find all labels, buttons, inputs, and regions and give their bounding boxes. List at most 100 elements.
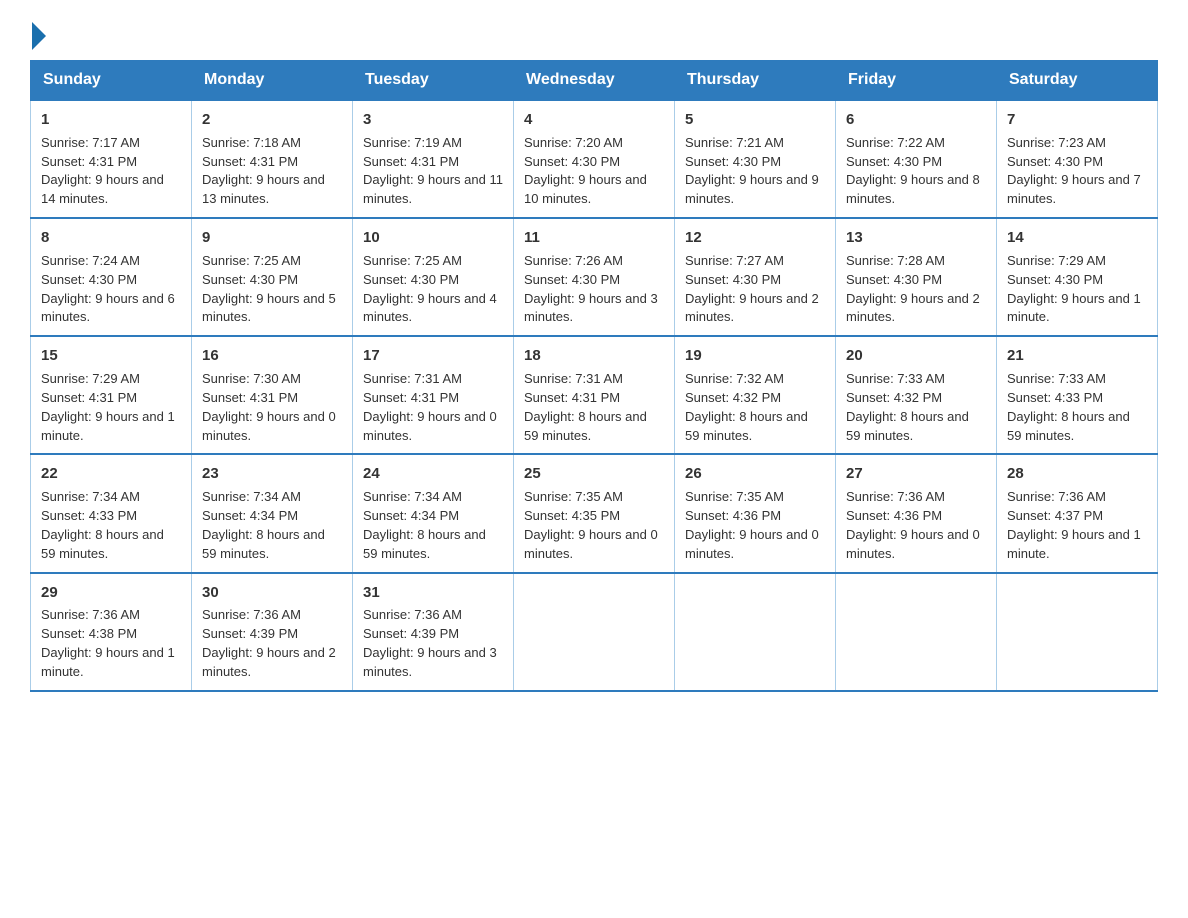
logo-triangle-icon bbox=[32, 22, 46, 50]
calendar-cell: 27 Sunrise: 7:36 AM Sunset: 4:36 PM Dayl… bbox=[836, 454, 997, 572]
calendar-cell: 7 Sunrise: 7:23 AM Sunset: 4:30 PM Dayli… bbox=[997, 100, 1158, 218]
day-info: Sunrise: 7:34 AM Sunset: 4:33 PM Dayligh… bbox=[41, 488, 181, 563]
calendar-cell: 9 Sunrise: 7:25 AM Sunset: 4:30 PM Dayli… bbox=[192, 218, 353, 336]
day-number: 29 bbox=[41, 582, 181, 604]
day-number: 7 bbox=[1007, 109, 1147, 131]
day-info: Sunrise: 7:27 AM Sunset: 4:30 PM Dayligh… bbox=[685, 252, 825, 327]
calendar-cell bbox=[514, 573, 675, 691]
day-number: 20 bbox=[846, 345, 986, 367]
calendar-cell: 2 Sunrise: 7:18 AM Sunset: 4:31 PM Dayli… bbox=[192, 100, 353, 218]
day-info: Sunrise: 7:34 AM Sunset: 4:34 PM Dayligh… bbox=[202, 488, 342, 563]
calendar-cell: 8 Sunrise: 7:24 AM Sunset: 4:30 PM Dayli… bbox=[31, 218, 192, 336]
calendar-cell: 3 Sunrise: 7:19 AM Sunset: 4:31 PM Dayli… bbox=[353, 100, 514, 218]
calendar-cell: 29 Sunrise: 7:36 AM Sunset: 4:38 PM Dayl… bbox=[31, 573, 192, 691]
day-info: Sunrise: 7:25 AM Sunset: 4:30 PM Dayligh… bbox=[202, 252, 342, 327]
calendar-cell: 26 Sunrise: 7:35 AM Sunset: 4:36 PM Dayl… bbox=[675, 454, 836, 572]
col-header-saturday: Saturday bbox=[997, 61, 1158, 101]
calendar-cell: 18 Sunrise: 7:31 AM Sunset: 4:31 PM Dayl… bbox=[514, 336, 675, 454]
calendar-cell: 28 Sunrise: 7:36 AM Sunset: 4:37 PM Dayl… bbox=[997, 454, 1158, 572]
col-header-thursday: Thursday bbox=[675, 61, 836, 101]
day-number: 14 bbox=[1007, 227, 1147, 249]
day-info: Sunrise: 7:35 AM Sunset: 4:35 PM Dayligh… bbox=[524, 488, 664, 563]
day-info: Sunrise: 7:33 AM Sunset: 4:33 PM Dayligh… bbox=[1007, 370, 1147, 445]
day-info: Sunrise: 7:29 AM Sunset: 4:31 PM Dayligh… bbox=[41, 370, 181, 445]
calendar-cell: 5 Sunrise: 7:21 AM Sunset: 4:30 PM Dayli… bbox=[675, 100, 836, 218]
day-info: Sunrise: 7:36 AM Sunset: 4:37 PM Dayligh… bbox=[1007, 488, 1147, 563]
day-info: Sunrise: 7:22 AM Sunset: 4:30 PM Dayligh… bbox=[846, 134, 986, 209]
day-info: Sunrise: 7:35 AM Sunset: 4:36 PM Dayligh… bbox=[685, 488, 825, 563]
day-number: 25 bbox=[524, 463, 664, 485]
calendar-cell: 31 Sunrise: 7:36 AM Sunset: 4:39 PM Dayl… bbox=[353, 573, 514, 691]
col-header-wednesday: Wednesday bbox=[514, 61, 675, 101]
day-info: Sunrise: 7:30 AM Sunset: 4:31 PM Dayligh… bbox=[202, 370, 342, 445]
calendar-cell: 10 Sunrise: 7:25 AM Sunset: 4:30 PM Dayl… bbox=[353, 218, 514, 336]
day-number: 26 bbox=[685, 463, 825, 485]
calendar-cell: 23 Sunrise: 7:34 AM Sunset: 4:34 PM Dayl… bbox=[192, 454, 353, 572]
day-number: 11 bbox=[524, 227, 664, 249]
day-number: 24 bbox=[363, 463, 503, 485]
calendar-cell bbox=[675, 573, 836, 691]
calendar-cell: 20 Sunrise: 7:33 AM Sunset: 4:32 PM Dayl… bbox=[836, 336, 997, 454]
day-info: Sunrise: 7:36 AM Sunset: 4:39 PM Dayligh… bbox=[202, 606, 342, 681]
calendar-cell: 13 Sunrise: 7:28 AM Sunset: 4:30 PM Dayl… bbox=[836, 218, 997, 336]
day-info: Sunrise: 7:36 AM Sunset: 4:39 PM Dayligh… bbox=[363, 606, 503, 681]
day-number: 22 bbox=[41, 463, 181, 485]
calendar-cell: 11 Sunrise: 7:26 AM Sunset: 4:30 PM Dayl… bbox=[514, 218, 675, 336]
day-info: Sunrise: 7:24 AM Sunset: 4:30 PM Dayligh… bbox=[41, 252, 181, 327]
day-info: Sunrise: 7:31 AM Sunset: 4:31 PM Dayligh… bbox=[363, 370, 503, 445]
day-info: Sunrise: 7:18 AM Sunset: 4:31 PM Dayligh… bbox=[202, 134, 342, 209]
calendar-cell: 25 Sunrise: 7:35 AM Sunset: 4:35 PM Dayl… bbox=[514, 454, 675, 572]
calendar-header-row: SundayMondayTuesdayWednesdayThursdayFrid… bbox=[31, 61, 1158, 101]
calendar-table: SundayMondayTuesdayWednesdayThursdayFrid… bbox=[30, 60, 1158, 692]
day-info: Sunrise: 7:28 AM Sunset: 4:30 PM Dayligh… bbox=[846, 252, 986, 327]
calendar-week-row: 29 Sunrise: 7:36 AM Sunset: 4:38 PM Dayl… bbox=[31, 573, 1158, 691]
calendar-cell: 17 Sunrise: 7:31 AM Sunset: 4:31 PM Dayl… bbox=[353, 336, 514, 454]
col-header-monday: Monday bbox=[192, 61, 353, 101]
col-header-sunday: Sunday bbox=[31, 61, 192, 101]
calendar-cell: 21 Sunrise: 7:33 AM Sunset: 4:33 PM Dayl… bbox=[997, 336, 1158, 454]
calendar-week-row: 15 Sunrise: 7:29 AM Sunset: 4:31 PM Dayl… bbox=[31, 336, 1158, 454]
day-number: 8 bbox=[41, 227, 181, 249]
day-info: Sunrise: 7:34 AM Sunset: 4:34 PM Dayligh… bbox=[363, 488, 503, 563]
calendar-cell: 6 Sunrise: 7:22 AM Sunset: 4:30 PM Dayli… bbox=[836, 100, 997, 218]
day-info: Sunrise: 7:36 AM Sunset: 4:38 PM Dayligh… bbox=[41, 606, 181, 681]
day-info: Sunrise: 7:21 AM Sunset: 4:30 PM Dayligh… bbox=[685, 134, 825, 209]
calendar-cell: 4 Sunrise: 7:20 AM Sunset: 4:30 PM Dayli… bbox=[514, 100, 675, 218]
day-info: Sunrise: 7:23 AM Sunset: 4:30 PM Dayligh… bbox=[1007, 134, 1147, 209]
day-number: 2 bbox=[202, 109, 342, 131]
day-info: Sunrise: 7:36 AM Sunset: 4:36 PM Dayligh… bbox=[846, 488, 986, 563]
day-info: Sunrise: 7:32 AM Sunset: 4:32 PM Dayligh… bbox=[685, 370, 825, 445]
day-number: 3 bbox=[363, 109, 503, 131]
day-number: 12 bbox=[685, 227, 825, 249]
day-number: 17 bbox=[363, 345, 503, 367]
day-number: 4 bbox=[524, 109, 664, 131]
day-info: Sunrise: 7:20 AM Sunset: 4:30 PM Dayligh… bbox=[524, 134, 664, 209]
day-info: Sunrise: 7:19 AM Sunset: 4:31 PM Dayligh… bbox=[363, 134, 503, 209]
col-header-tuesday: Tuesday bbox=[353, 61, 514, 101]
calendar-cell: 16 Sunrise: 7:30 AM Sunset: 4:31 PM Dayl… bbox=[192, 336, 353, 454]
day-number: 16 bbox=[202, 345, 342, 367]
calendar-cell: 22 Sunrise: 7:34 AM Sunset: 4:33 PM Dayl… bbox=[31, 454, 192, 572]
day-number: 1 bbox=[41, 109, 181, 131]
day-info: Sunrise: 7:31 AM Sunset: 4:31 PM Dayligh… bbox=[524, 370, 664, 445]
logo bbox=[30, 20, 46, 50]
day-number: 15 bbox=[41, 345, 181, 367]
day-info: Sunrise: 7:29 AM Sunset: 4:30 PM Dayligh… bbox=[1007, 252, 1147, 327]
calendar-cell: 15 Sunrise: 7:29 AM Sunset: 4:31 PM Dayl… bbox=[31, 336, 192, 454]
calendar-week-row: 8 Sunrise: 7:24 AM Sunset: 4:30 PM Dayli… bbox=[31, 218, 1158, 336]
calendar-cell: 12 Sunrise: 7:27 AM Sunset: 4:30 PM Dayl… bbox=[675, 218, 836, 336]
day-number: 19 bbox=[685, 345, 825, 367]
day-number: 6 bbox=[846, 109, 986, 131]
calendar-cell: 19 Sunrise: 7:32 AM Sunset: 4:32 PM Dayl… bbox=[675, 336, 836, 454]
calendar-week-row: 22 Sunrise: 7:34 AM Sunset: 4:33 PM Dayl… bbox=[31, 454, 1158, 572]
day-info: Sunrise: 7:25 AM Sunset: 4:30 PM Dayligh… bbox=[363, 252, 503, 327]
col-header-friday: Friday bbox=[836, 61, 997, 101]
calendar-cell: 14 Sunrise: 7:29 AM Sunset: 4:30 PM Dayl… bbox=[997, 218, 1158, 336]
calendar-week-row: 1 Sunrise: 7:17 AM Sunset: 4:31 PM Dayli… bbox=[31, 100, 1158, 218]
calendar-cell: 30 Sunrise: 7:36 AM Sunset: 4:39 PM Dayl… bbox=[192, 573, 353, 691]
day-number: 21 bbox=[1007, 345, 1147, 367]
day-number: 18 bbox=[524, 345, 664, 367]
day-number: 27 bbox=[846, 463, 986, 485]
calendar-cell bbox=[836, 573, 997, 691]
day-info: Sunrise: 7:17 AM Sunset: 4:31 PM Dayligh… bbox=[41, 134, 181, 209]
